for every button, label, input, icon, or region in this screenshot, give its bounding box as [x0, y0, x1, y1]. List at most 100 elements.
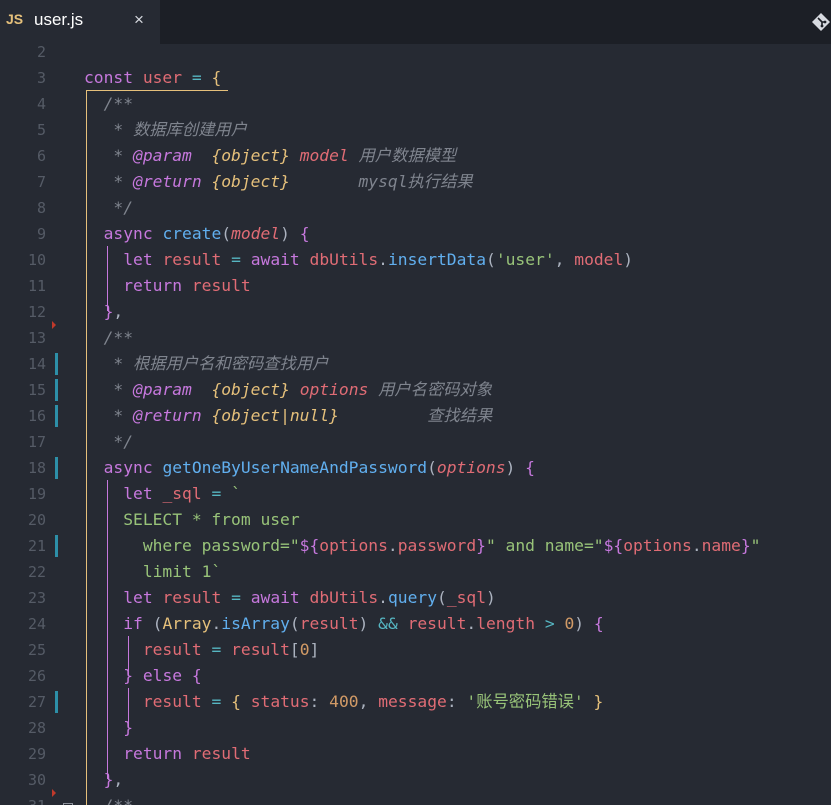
line-number: 7 [36, 173, 46, 191]
code-text: /** [84, 94, 134, 113]
code-line: 28 } [0, 715, 831, 741]
code-text: /**… [84, 793, 143, 805]
code-text: result = result[0] [142, 640, 320, 659]
line-number: 18 [27, 459, 46, 477]
line-number: 31 [0, 793, 46, 805]
code-text: */ [84, 198, 134, 217]
line-number: 19 [27, 485, 46, 503]
code-line: 22 limit 1` [0, 559, 831, 585]
code-text: * 根据用户名和密码查找用户 [84, 354, 329, 373]
code-text: return result [123, 744, 251, 763]
code-text: * @return {object|null} 查找结果 [84, 406, 493, 425]
code-text: SELECT * from user [84, 510, 300, 529]
line-number: 21 [27, 537, 46, 555]
code-line: 8 */ [0, 195, 831, 221]
code-text: * 数据库创建用户 [84, 120, 247, 139]
code-line: 29 return result [0, 741, 831, 767]
line-number: 15 [27, 381, 46, 399]
code-text: if (Array.isArray(result) && result.leng… [123, 614, 604, 633]
git-modified-marker [55, 535, 58, 557]
code-text: const user = { [84, 68, 222, 87]
code-line: 2 [0, 44, 831, 65]
line-number: 29 [27, 745, 46, 763]
code-line: 17 */ [0, 429, 831, 455]
line-number: 27 [27, 693, 46, 711]
code-line: 10 let result = await dbUtils.insertData… [0, 247, 831, 273]
code-line: 23 let result = await dbUtils.query(_sql… [0, 585, 831, 611]
code-text: * @return {object} mysql执行结果 [84, 172, 473, 191]
code-text: }, [103, 302, 124, 321]
line-number: 9 [36, 225, 46, 243]
git-modified-marker [55, 691, 58, 713]
code-line: 4 /** [0, 91, 831, 117]
line-number: 3 [36, 69, 46, 87]
line-number: 5 [36, 121, 46, 139]
line-number: 23 [27, 589, 46, 607]
code-text: result = { status: 400, message: '账号密码错误… [142, 692, 604, 711]
code-line: 7 * @return {object} mysql执行结果 [0, 169, 831, 195]
line-number: 17 [27, 433, 46, 451]
code-text: } [123, 718, 134, 737]
code-line: 27 result = { status: 400, message: '账号密… [0, 689, 831, 715]
code-text: */ [84, 432, 134, 451]
code-text: * @param {object} model 用户数据模型 [84, 146, 457, 165]
code-editor[interactable]: 2 3 const user = {4 /** 5 * 数据库创建用户 6 * @par… [0, 44, 831, 805]
code-line: 19 let _sql = ` [0, 481, 831, 507]
code-line: 31+ /**… [0, 793, 831, 805]
close-icon[interactable]: × [134, 10, 144, 30]
code-line: 15 * @param {object} options 用户名密码对象 [0, 377, 831, 403]
javascript-file-icon: JS [6, 11, 24, 27]
code-line: 30 }, [0, 767, 831, 797]
code-text: }, [103, 770, 124, 789]
line-number: 28 [27, 719, 46, 737]
code-text: } else { [123, 666, 202, 685]
code-text: async create(model) { [103, 224, 310, 243]
line-number: 14 [27, 355, 46, 373]
code-text: /** [84, 328, 134, 347]
line-number: 26 [27, 667, 46, 685]
tab-bar: JS user.js × [0, 0, 831, 44]
line-number: 8 [36, 199, 46, 217]
git-modified-marker [55, 457, 58, 479]
git-modified-marker [55, 353, 58, 375]
git-modified-marker [55, 405, 58, 427]
code-text: let _sql = ` [123, 484, 241, 503]
line-number: 13 [27, 329, 46, 347]
code-line: 12 }, [0, 299, 831, 329]
code-line: 25 result = result[0] [0, 637, 831, 663]
git-diff-icon[interactable] [811, 12, 831, 32]
line-number: 25 [27, 641, 46, 659]
code-line: 6 * @param {object} model 用户数据模型 [0, 143, 831, 169]
git-modified-marker [55, 379, 58, 401]
line-number: 16 [27, 407, 46, 425]
code-text: * @param {object} options 用户名密码对象 [84, 380, 493, 399]
code-line: 26 } else { [0, 663, 831, 689]
code-line: 16 * @return {object|null} 查找结果 [0, 403, 831, 429]
code-text: return result [123, 276, 251, 295]
code-line: 5 * 数据库创建用户 [0, 117, 831, 143]
code-line: 11 return result [0, 273, 831, 299]
code-line: 13 /** [0, 325, 831, 351]
line-number: 30 [27, 771, 46, 789]
code-line: 24 if (Array.isArray(result) && result.l… [0, 611, 831, 637]
line-number: 20 [27, 511, 46, 529]
code-text: async getOneByUserNameAndPassword(option… [103, 458, 535, 477]
line-number: 6 [36, 147, 46, 165]
code-text: let result = await dbUtils.query(_sql) [123, 588, 496, 607]
code-line: 18 async getOneByUserNameAndPassword(opt… [0, 455, 831, 481]
line-number: 22 [27, 563, 46, 581]
line-number: 11 [27, 277, 46, 295]
line-number: 2 [36, 44, 46, 61]
code-line: 14 * 根据用户名和密码查找用户 [0, 351, 831, 377]
code-text: limit 1` [84, 562, 222, 581]
code-text: where password="${options.password}" and… [84, 536, 761, 555]
code-line: 3 const user = { [0, 65, 831, 91]
line-number: 24 [27, 615, 46, 633]
code-line: 9 async create(model) { [0, 221, 831, 247]
tab-filename: user.js [34, 10, 84, 29]
tab-user-js[interactable]: JS user.js × [0, 0, 160, 44]
line-number: 12 [27, 303, 46, 321]
code-line: 21 where password="${options.password}" … [0, 533, 831, 559]
code-line: 20 SELECT * from user [0, 507, 831, 533]
line-number: 10 [27, 251, 46, 269]
